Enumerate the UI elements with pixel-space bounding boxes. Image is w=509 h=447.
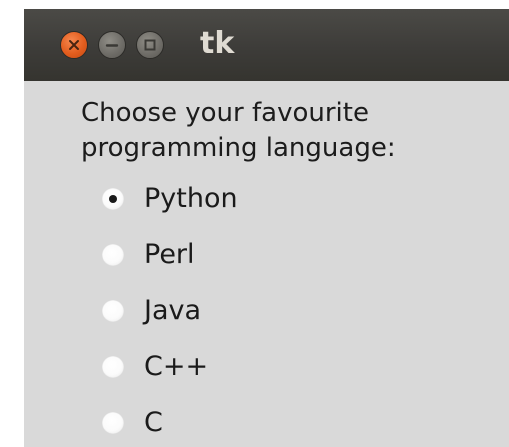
radio-button[interactable] [102, 356, 124, 378]
maximize-icon [144, 39, 156, 51]
window-title: tk [200, 26, 235, 61]
app-window: tk Choose your favourite programming lan… [24, 9, 509, 447]
radio-selected-dot [109, 195, 117, 203]
radio-label[interactable]: Java [144, 293, 201, 329]
prompt-label: Choose your favourite programming langua… [81, 96, 396, 166]
radio-option-java[interactable]: Java [102, 291, 322, 331]
radio-label[interactable]: C++ [144, 349, 208, 385]
title-bar[interactable]: tk [24, 9, 509, 81]
radio-option-cpp[interactable]: C++ [102, 347, 322, 387]
radio-label[interactable]: Perl [144, 237, 195, 273]
radio-option-perl[interactable]: Perl [102, 235, 322, 275]
radio-label[interactable]: C [144, 405, 163, 441]
minimize-button[interactable] [98, 31, 126, 59]
close-button[interactable] [60, 31, 88, 59]
prompt-line-1: Choose your favourite [81, 98, 369, 128]
radio-label[interactable]: Python [144, 181, 238, 217]
radio-button[interactable] [102, 244, 124, 266]
radio-button[interactable] [102, 188, 124, 210]
radio-option-python[interactable]: Python [102, 179, 322, 219]
maximize-button[interactable] [136, 31, 164, 59]
minimize-icon [105, 44, 119, 47]
radio-button[interactable] [102, 412, 124, 434]
radio-option-c[interactable]: C [102, 403, 322, 443]
prompt-line-2: programming language: [81, 133, 396, 163]
close-icon [69, 40, 79, 50]
radio-button[interactable] [102, 300, 124, 322]
